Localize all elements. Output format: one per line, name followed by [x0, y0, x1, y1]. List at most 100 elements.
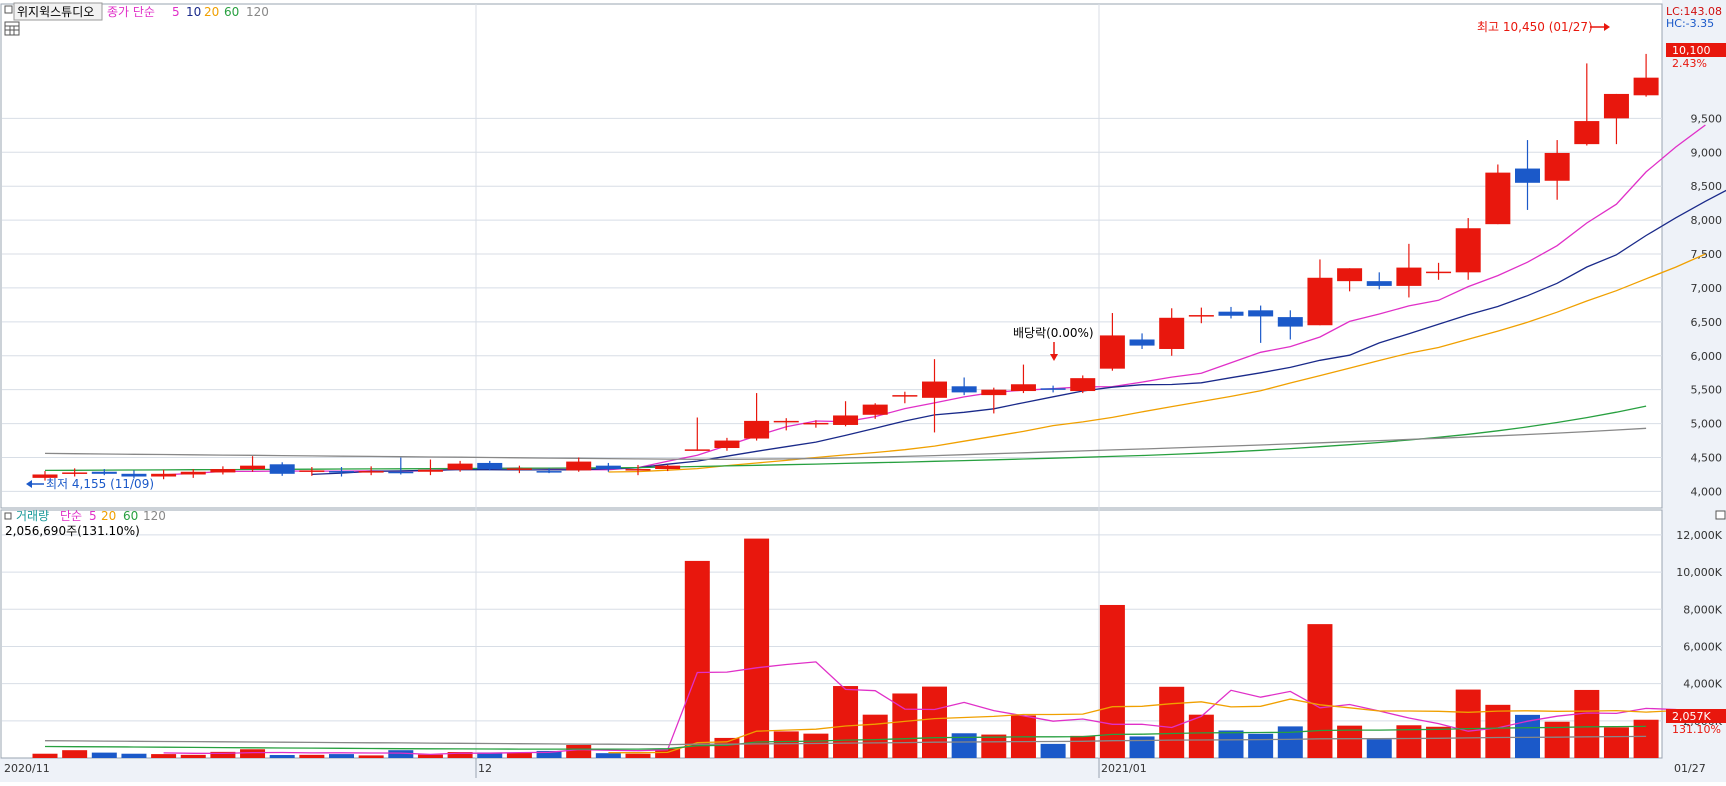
chart-canvas: 4,0004,5005,0005,5006,0006,5007,0007,500…: [0, 0, 1726, 782]
volume-bar: [684, 560, 710, 758]
price-tick-label: 9,000: [1691, 146, 1723, 159]
low-annotation: 최저 4,155 (11/09): [26, 477, 154, 491]
volume-bar: [269, 755, 295, 758]
volume-bar: [180, 754, 206, 758]
volume-bar: [595, 753, 621, 758]
hc-label: HC:-3.35: [1666, 17, 1714, 30]
high-annotation: 최고 10,450 (01/27): [1477, 20, 1610, 34]
current-volume: 2,057K: [1672, 710, 1711, 723]
volume-bar: [91, 752, 117, 758]
volume-bar: [1307, 624, 1333, 758]
volume-legend-label: 거래량: [16, 509, 49, 523]
volume-bar: [506, 752, 532, 758]
candle-body: [1366, 281, 1392, 286]
candle-body: [625, 469, 651, 471]
price-tick-label: 9,500: [1691, 112, 1723, 125]
stock-name: 위지윅스튜디오: [17, 5, 94, 19]
price-tick-label: 6,500: [1691, 316, 1723, 329]
volume-bar: [62, 750, 88, 758]
volume-bar: [32, 753, 58, 758]
price-legend: 위지윅스튜디오 종가 단순 5 10 20 60 120: [4, 2, 269, 21]
candle-body: [981, 389, 1007, 396]
candle-body: [477, 462, 503, 470]
candle-body: [684, 449, 710, 451]
volume-bar: [358, 755, 384, 758]
candle-body: [1396, 267, 1422, 286]
volume-ma-label: 단순: [60, 509, 82, 523]
volume-bar: [1129, 736, 1155, 758]
x-label-jan: 2021/01: [1101, 762, 1147, 775]
candle-body: [62, 472, 88, 474]
volume-bar: [744, 538, 770, 758]
current-volume-ratio: 131.10%: [1672, 723, 1721, 736]
volume-bar: [714, 737, 740, 758]
candle-body: [1307, 277, 1333, 326]
candle-body: [151, 473, 177, 477]
candle-body: [1337, 268, 1363, 282]
candle-body: [269, 464, 295, 474]
volume-tick-label: 4,000K: [1683, 678, 1722, 691]
stock-chart: 4,000 4,500 5,000 5,500 6,000 6,500 7,000 7,500…: [0, 0, 1726, 782]
volume-bar: [803, 733, 829, 758]
price-tick-label: 6,000: [1691, 350, 1723, 363]
candle-body: [329, 471, 354, 473]
candle-body: [1159, 317, 1185, 349]
low-label: 최저 4,155 (11/09): [46, 477, 154, 491]
candle-body: [833, 415, 859, 425]
candle-body: [566, 461, 592, 471]
candle-body: [358, 471, 384, 473]
candle-body: [210, 469, 236, 473]
price-tick-label: 5,000: [1691, 418, 1723, 431]
candle-body: [1099, 335, 1125, 369]
candle-body: [1426, 271, 1452, 274]
x-axis-panel: [0, 758, 1726, 782]
volume-tick-label: 8,000K: [1683, 603, 1722, 616]
volume-tick-label: 12,000K: [1676, 529, 1722, 542]
table-icon[interactable]: [4, 21, 20, 36]
volume-bar: [1574, 689, 1600, 758]
volume-bar: [1455, 689, 1481, 758]
candle-body: [744, 420, 770, 439]
volume-legend-period-5: 5: [89, 509, 97, 523]
candle-body: [1129, 339, 1155, 346]
candle-body: [1188, 315, 1214, 317]
candle-body: [862, 404, 888, 415]
price-legend-label: 종가 단순: [107, 5, 155, 19]
volume-legend-period-120: 120: [143, 509, 166, 523]
candle-body: [388, 471, 414, 474]
pane-resize-icon[interactable]: [1715, 510, 1726, 520]
candle-body: [1603, 93, 1629, 119]
candle-body: [1485, 172, 1511, 225]
volume-bar: [1188, 714, 1214, 758]
candle-body: [299, 470, 325, 472]
candle-body: [91, 471, 117, 474]
candle-body: [180, 471, 206, 475]
x-label-dec: 12: [478, 762, 492, 775]
price-legend-period-60: 60: [224, 5, 239, 19]
volume-bar: [1426, 726, 1452, 758]
volume-bar: [1159, 686, 1185, 758]
candle-body: [1633, 77, 1659, 96]
volume-bar: [833, 686, 859, 758]
volume-tick-label: 6,000K: [1683, 640, 1722, 653]
volume-bar: [981, 734, 1007, 758]
volume-bar: [1485, 704, 1511, 758]
candle-body: [1218, 311, 1244, 316]
volume-legend-period-60: 60: [123, 509, 138, 523]
volume-bar: [240, 749, 266, 758]
candle-body: [892, 395, 918, 397]
volume-bar: [1070, 735, 1096, 758]
volume-bar: [1603, 727, 1629, 758]
volume-bar: [1218, 730, 1244, 758]
candle-body: [447, 463, 473, 470]
volume-bar: [862, 714, 888, 758]
candle-body: [714, 440, 740, 449]
candle-body: [1277, 317, 1303, 327]
x-label-current: 01/27: [1674, 762, 1706, 775]
volume-bar: [299, 754, 325, 758]
volume-bar: [151, 754, 177, 758]
price-legend-period-20: 20: [204, 5, 219, 19]
current-change: 2.43%: [1672, 57, 1707, 70]
price-legend-period-5: 5: [172, 5, 180, 19]
volume-legend-period-20: 20: [101, 509, 116, 523]
